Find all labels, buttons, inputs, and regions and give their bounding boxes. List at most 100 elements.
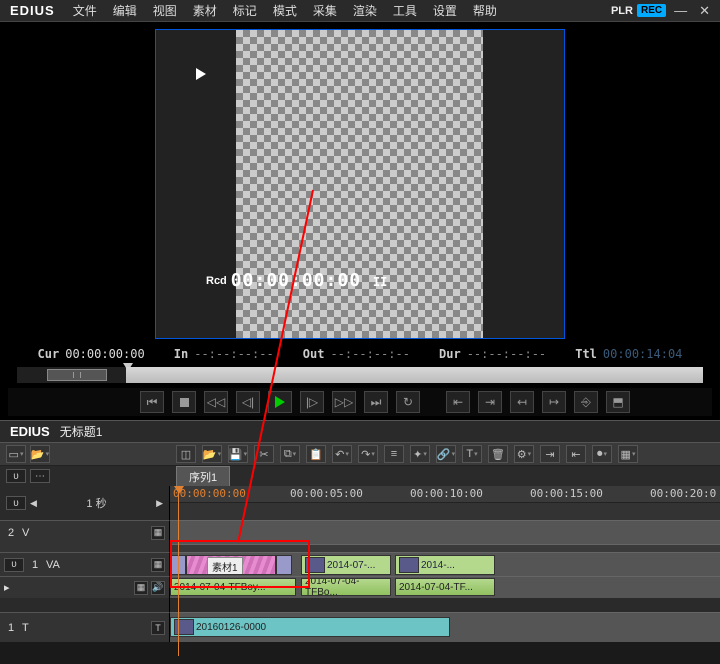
scrub-fill xyxy=(126,367,703,383)
play-indicator-icon xyxy=(196,68,206,80)
clip-thumb-icon xyxy=(305,557,325,573)
track-body-1t[interactable]: 20160126-0000 xyxy=(170,612,720,642)
sequence-tab[interactable]: 序列1 xyxy=(176,466,230,486)
mute-icon[interactable]: ▦ xyxy=(134,581,148,595)
menu-settings[interactable]: 设置 xyxy=(425,0,465,22)
menu-help[interactable]: 帮助 xyxy=(465,0,505,22)
menu-clip[interactable]: 素材 xyxy=(185,0,225,22)
menu-render[interactable]: 渲染 xyxy=(345,0,385,22)
clip-thumb-icon xyxy=(174,619,194,635)
tool-delete[interactable]: 🗑 xyxy=(488,445,508,463)
menu-bar: 文件 编辑 视图 素材 标记 模式 采集 渲染 工具 设置 帮助 xyxy=(65,0,611,22)
project-title: 无标题1 xyxy=(60,423,103,440)
play-button[interactable] xyxy=(268,391,292,413)
track-head-1va[interactable]: υ 1 VA ▦ xyxy=(0,552,170,576)
fastfwd-button[interactable]: ▷▷ xyxy=(332,391,356,413)
loop-button[interactable]: ↻ xyxy=(396,391,420,413)
rcd-label: Rcd xyxy=(206,275,227,287)
stop-button[interactable] xyxy=(172,391,196,413)
rcd-timecode: 00:00:00:00 II xyxy=(231,270,388,291)
scrub-bar[interactable] xyxy=(16,366,704,384)
track-body-1va-a[interactable]: 2014-07-04-TFBoy... 2014-07-04-TFBo... 2… xyxy=(170,576,720,598)
clip-title[interactable]: 20160126-0000 xyxy=(170,617,450,637)
clip-pink[interactable]: 素材1 xyxy=(186,555,276,575)
tool-paste[interactable]: 📋 xyxy=(306,445,326,463)
ruler-tick: 00:00:20:0 xyxy=(650,487,716,500)
step-fwd-button[interactable]: |▷ xyxy=(300,391,324,413)
tool-open2[interactable]: 📂▾ xyxy=(202,445,222,463)
tool-cut[interactable]: ✂ xyxy=(254,445,274,463)
menu-view[interactable]: 视图 xyxy=(145,0,185,22)
timeline-logo: EDIUS xyxy=(0,424,60,439)
rewind-button[interactable]: ◁◁ xyxy=(204,391,228,413)
clip-2014b[interactable]: 2014-... xyxy=(395,555,495,575)
track-body-2v[interactable] xyxy=(170,520,720,544)
track-head-2v[interactable]: 2 V ▦ xyxy=(0,520,170,544)
tool-export1[interactable]: ⇥ xyxy=(540,445,560,463)
menu-marker[interactable]: 标记 xyxy=(225,0,265,22)
clip-thumb-icon xyxy=(399,557,419,573)
clip-audio-3[interactable]: 2014-07-04-TF... xyxy=(395,578,495,596)
mode-rec[interactable]: REC xyxy=(637,4,666,17)
track-expand-icon[interactable]: ⋯ xyxy=(30,469,50,483)
tool-fx[interactable]: ✦▾ xyxy=(410,445,430,463)
title-track-icon[interactable]: T xyxy=(151,621,165,635)
clip-audio-2[interactable]: 2014-07-04-TFBo... xyxy=(301,578,391,596)
tool-new[interactable]: ▭▾ xyxy=(6,445,26,463)
preview-canvas[interactable]: Rcd 00:00:00:00 II xyxy=(155,29,565,339)
tool-undo[interactable]: ↶▾ xyxy=(332,445,352,463)
go-end-button[interactable]: ⏭ xyxy=(364,391,388,413)
tool-render[interactable]: ⚙▾ xyxy=(514,445,534,463)
clip-2014a[interactable]: 2014-07-... xyxy=(301,555,391,575)
video-track-icon[interactable]: ▦ xyxy=(151,558,165,572)
tool-layout[interactable]: ▦▾ xyxy=(618,445,638,463)
timecode-row: Cur00:00:00:00 In--:--:--:-- Out--:--:--… xyxy=(8,342,712,366)
zoom-icon[interactable]: υ xyxy=(6,496,26,510)
menu-tools[interactable]: 工具 xyxy=(385,0,425,22)
tool-seq[interactable]: ≡ xyxy=(384,445,404,463)
track-head-1t[interactable]: 1 T T xyxy=(0,612,170,642)
tool-title[interactable]: T▾ xyxy=(462,445,482,463)
close-icon[interactable]: ✕ xyxy=(695,3,714,19)
tool-redo[interactable]: ↷▾ xyxy=(358,445,378,463)
timeline-playhead[interactable] xyxy=(178,486,179,656)
insert-button[interactable]: ⎆ xyxy=(574,391,598,413)
ripple-right-button[interactable]: ↦ xyxy=(542,391,566,413)
track-body-1va-v[interactable]: 素材1 2014-07-... 2014-... xyxy=(170,552,720,576)
tool-export2[interactable]: ⇤ xyxy=(566,445,586,463)
ruler-tick: 00:00:10:00 xyxy=(410,487,483,500)
menu-capture[interactable]: 采集 xyxy=(305,0,345,22)
tool-save[interactable]: 💾▾ xyxy=(228,445,248,463)
menu-mode[interactable]: 模式 xyxy=(265,0,305,22)
tool-open[interactable]: 📂▾ xyxy=(30,445,50,463)
ruler-tick: 00:00:15:00 xyxy=(530,487,603,500)
tool-match[interactable]: ◫ xyxy=(176,445,196,463)
alpha-checker xyxy=(236,30,483,338)
track-u-icon[interactable]: υ xyxy=(4,558,24,572)
track-collapse-icon[interactable]: υ xyxy=(6,469,26,483)
scrub-handle[interactable] xyxy=(47,369,107,381)
ripple-left-button[interactable]: ↤ xyxy=(510,391,534,413)
set-in-button[interactable]: ⇤ xyxy=(446,391,470,413)
menu-file[interactable]: 文件 xyxy=(65,0,105,22)
go-start-button[interactable]: ⏮ xyxy=(140,391,164,413)
tool-copy[interactable]: ⧉▾ xyxy=(280,445,300,463)
minimize-icon[interactable]: — xyxy=(670,3,691,18)
menu-edit[interactable]: 编辑 xyxy=(105,0,145,22)
track-head-1va-a[interactable]: ▸ ▦🔊 xyxy=(0,576,170,598)
zoom-label: 1 秒 xyxy=(41,495,152,511)
clip-audio-1[interactable]: 2014-07-04-TFBoy... xyxy=(170,578,296,596)
zoom-in-icon[interactable]: ▶ xyxy=(156,498,163,509)
clip-label: 素材1 xyxy=(207,557,243,575)
tool-link[interactable]: 🔗▾ xyxy=(436,445,456,463)
clip-segment[interactable] xyxy=(276,555,292,575)
step-back-button[interactable]: ◁| xyxy=(236,391,260,413)
mode-plr[interactable]: PLR xyxy=(611,5,633,17)
overwrite-button[interactable]: ⬒ xyxy=(606,391,630,413)
video-track-icon[interactable]: ▦ xyxy=(151,526,165,540)
zoom-out-icon[interactable]: ◀ xyxy=(30,498,37,509)
set-out-button[interactable]: ⇥ xyxy=(478,391,502,413)
audio-icon[interactable]: 🔊 xyxy=(151,581,165,595)
tool-record[interactable]: ⏺▾ xyxy=(592,445,612,463)
app-logo: EDIUS xyxy=(0,3,65,18)
